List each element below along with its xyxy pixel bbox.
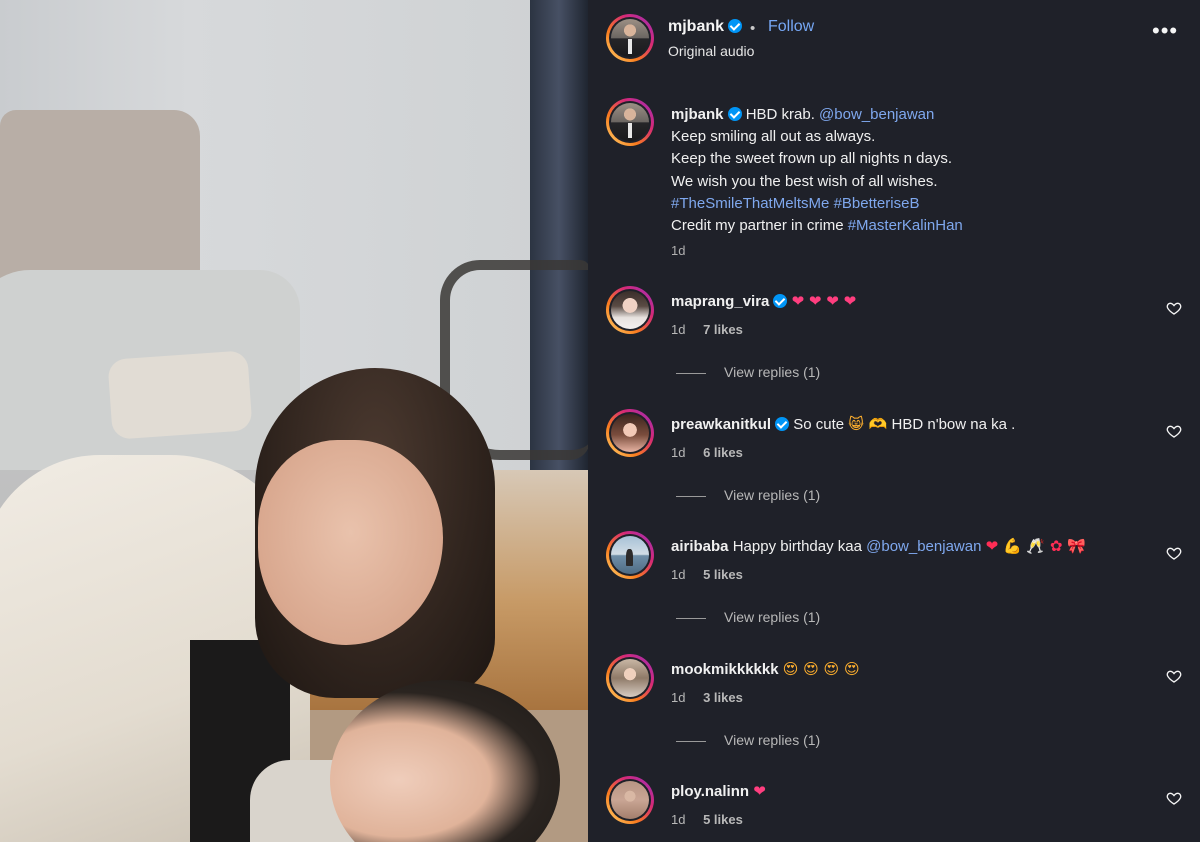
verified-badge-icon [775,417,790,431]
replies-line [676,617,706,619]
replies-line [676,372,706,374]
comment-text: ploy.nalinn ❤ [671,782,766,800]
author-avatar[interactable] [606,14,654,62]
hashtag-link[interactable]: #BbetteriseB [834,195,920,212]
heart-icon[interactable] [1166,423,1182,439]
comment-timestamp: 1d [671,567,686,582]
comment-text: maprang_vira ❤ ❤ ❤ ❤ [671,292,856,310]
comment-meta: 1d 5 likes [671,812,757,827]
post-video[interactable] [0,0,588,842]
comment-avatar[interactable] [606,531,654,579]
follow-button[interactable]: Follow [768,18,814,36]
comment-timestamp: 1d [671,445,686,460]
more-options-icon[interactable]: ••• [1152,18,1178,44]
verified-badge-icon [727,107,742,121]
hashtag-link[interactable]: #MasterKalinHan [848,217,963,234]
heart-icon[interactable] [1166,790,1182,806]
comment-username[interactable]: maprang_vira [671,293,769,310]
caption-text: mjbank HBD krab. @bow_benjawan Keep smil… [671,106,963,235]
comment-meta: 1d 3 likes [671,690,757,705]
post-header: mjbank • Follow Original audio ••• [588,0,1200,80]
replies-line [676,495,706,497]
view-replies-button[interactable]: View replies (1) [676,609,820,625]
comment-timestamp: 1d [671,812,686,827]
post-sidebar: mjbank • Follow Original audio ••• mjban… [588,0,1200,842]
post-viewer: mjbank • Follow Original audio ••• mjban… [0,0,1200,842]
comment-item: airibaba Happy birthday kaa @bow_benjawa… [588,531,1200,641]
video-bg-pillow [107,350,253,440]
comment-username[interactable]: mookmikkkkkk [671,661,779,678]
verified-badge-icon [773,294,788,308]
comment-likes[interactable]: 5 likes [703,567,743,582]
view-replies-button[interactable]: View replies (1) [676,487,820,503]
comment-username[interactable]: ploy.nalinn [671,783,749,800]
heart-icon[interactable] [1166,545,1182,561]
header-divider [588,80,1200,81]
view-replies-button[interactable]: View replies (1) [676,732,820,748]
comment-timestamp: 1d [671,690,686,705]
heart-icon[interactable] [1166,668,1182,684]
mention-link[interactable]: @bow_benjawan [866,538,981,555]
comment-avatar[interactable] [606,654,654,702]
comment-meta: 1d 5 likes [671,567,757,582]
comment-item: preawkanitkul So cute 😸 🫶 HBD n'bow na k… [588,409,1200,519]
mention-link[interactable]: @bow_benjawan [819,106,934,123]
caption-timestamp: 1d [671,243,686,258]
heart-emoji: ❤ ❤ ❤ ❤ [791,292,857,310]
comment-likes[interactable]: 6 likes [703,445,743,460]
comment-text: preawkanitkul So cute 😸 🫶 HBD n'bow na k… [671,415,1016,433]
comment-username[interactable]: airibaba [671,538,729,555]
comment-avatar[interactable] [606,409,654,457]
comment-text: mookmikkkkkk 😍 😍 😍 😍 [671,660,860,678]
view-replies-button[interactable]: View replies (1) [676,364,820,380]
mixed-emoji: ❤ 💪 🥂 ✿ 🎀 [985,537,1086,555]
comment-avatar[interactable] [606,286,654,334]
replies-line [676,740,706,742]
comment-avatar[interactable] [606,776,654,824]
hashtag-link[interactable]: #TheSmileThatMeltsMe [671,195,829,212]
heart-icon[interactable] [1166,300,1182,316]
comment-item: mookmikkkkkk 😍 😍 😍 😍 1d 3 likes View rep… [588,654,1200,764]
comment-username[interactable]: preawkanitkul [671,416,771,433]
caption-avatar[interactable] [606,98,654,146]
caption-username[interactable]: mjbank [671,106,724,123]
verified-badge-icon [728,19,743,33]
comment-item: ploy.nalinn ❤ 1d 5 likes [588,776,1200,842]
comment-item: maprang_vira ❤ ❤ ❤ ❤ 1d 7 likes View rep… [588,286,1200,396]
header-separator: • [750,20,756,37]
cat-hands-emoji: 😸 🫶 [848,415,888,433]
comment-text: airibaba Happy birthday kaa @bow_benjawa… [671,537,1086,555]
comment-meta: 1d 6 likes [671,445,757,460]
comment-likes[interactable]: 7 likes [703,322,743,337]
heart-emoji: ❤ [753,782,766,800]
comment-likes[interactable]: 5 likes [703,812,743,827]
comment-likes[interactable]: 3 likes [703,690,743,705]
heart-eyes-emoji: 😍 😍 😍 😍 [782,660,860,678]
author-username[interactable]: mjbank [668,18,743,36]
audio-link[interactable]: Original audio [668,43,754,59]
comment-timestamp: 1d [671,322,686,337]
comment-meta: 1d 7 likes [671,322,757,337]
